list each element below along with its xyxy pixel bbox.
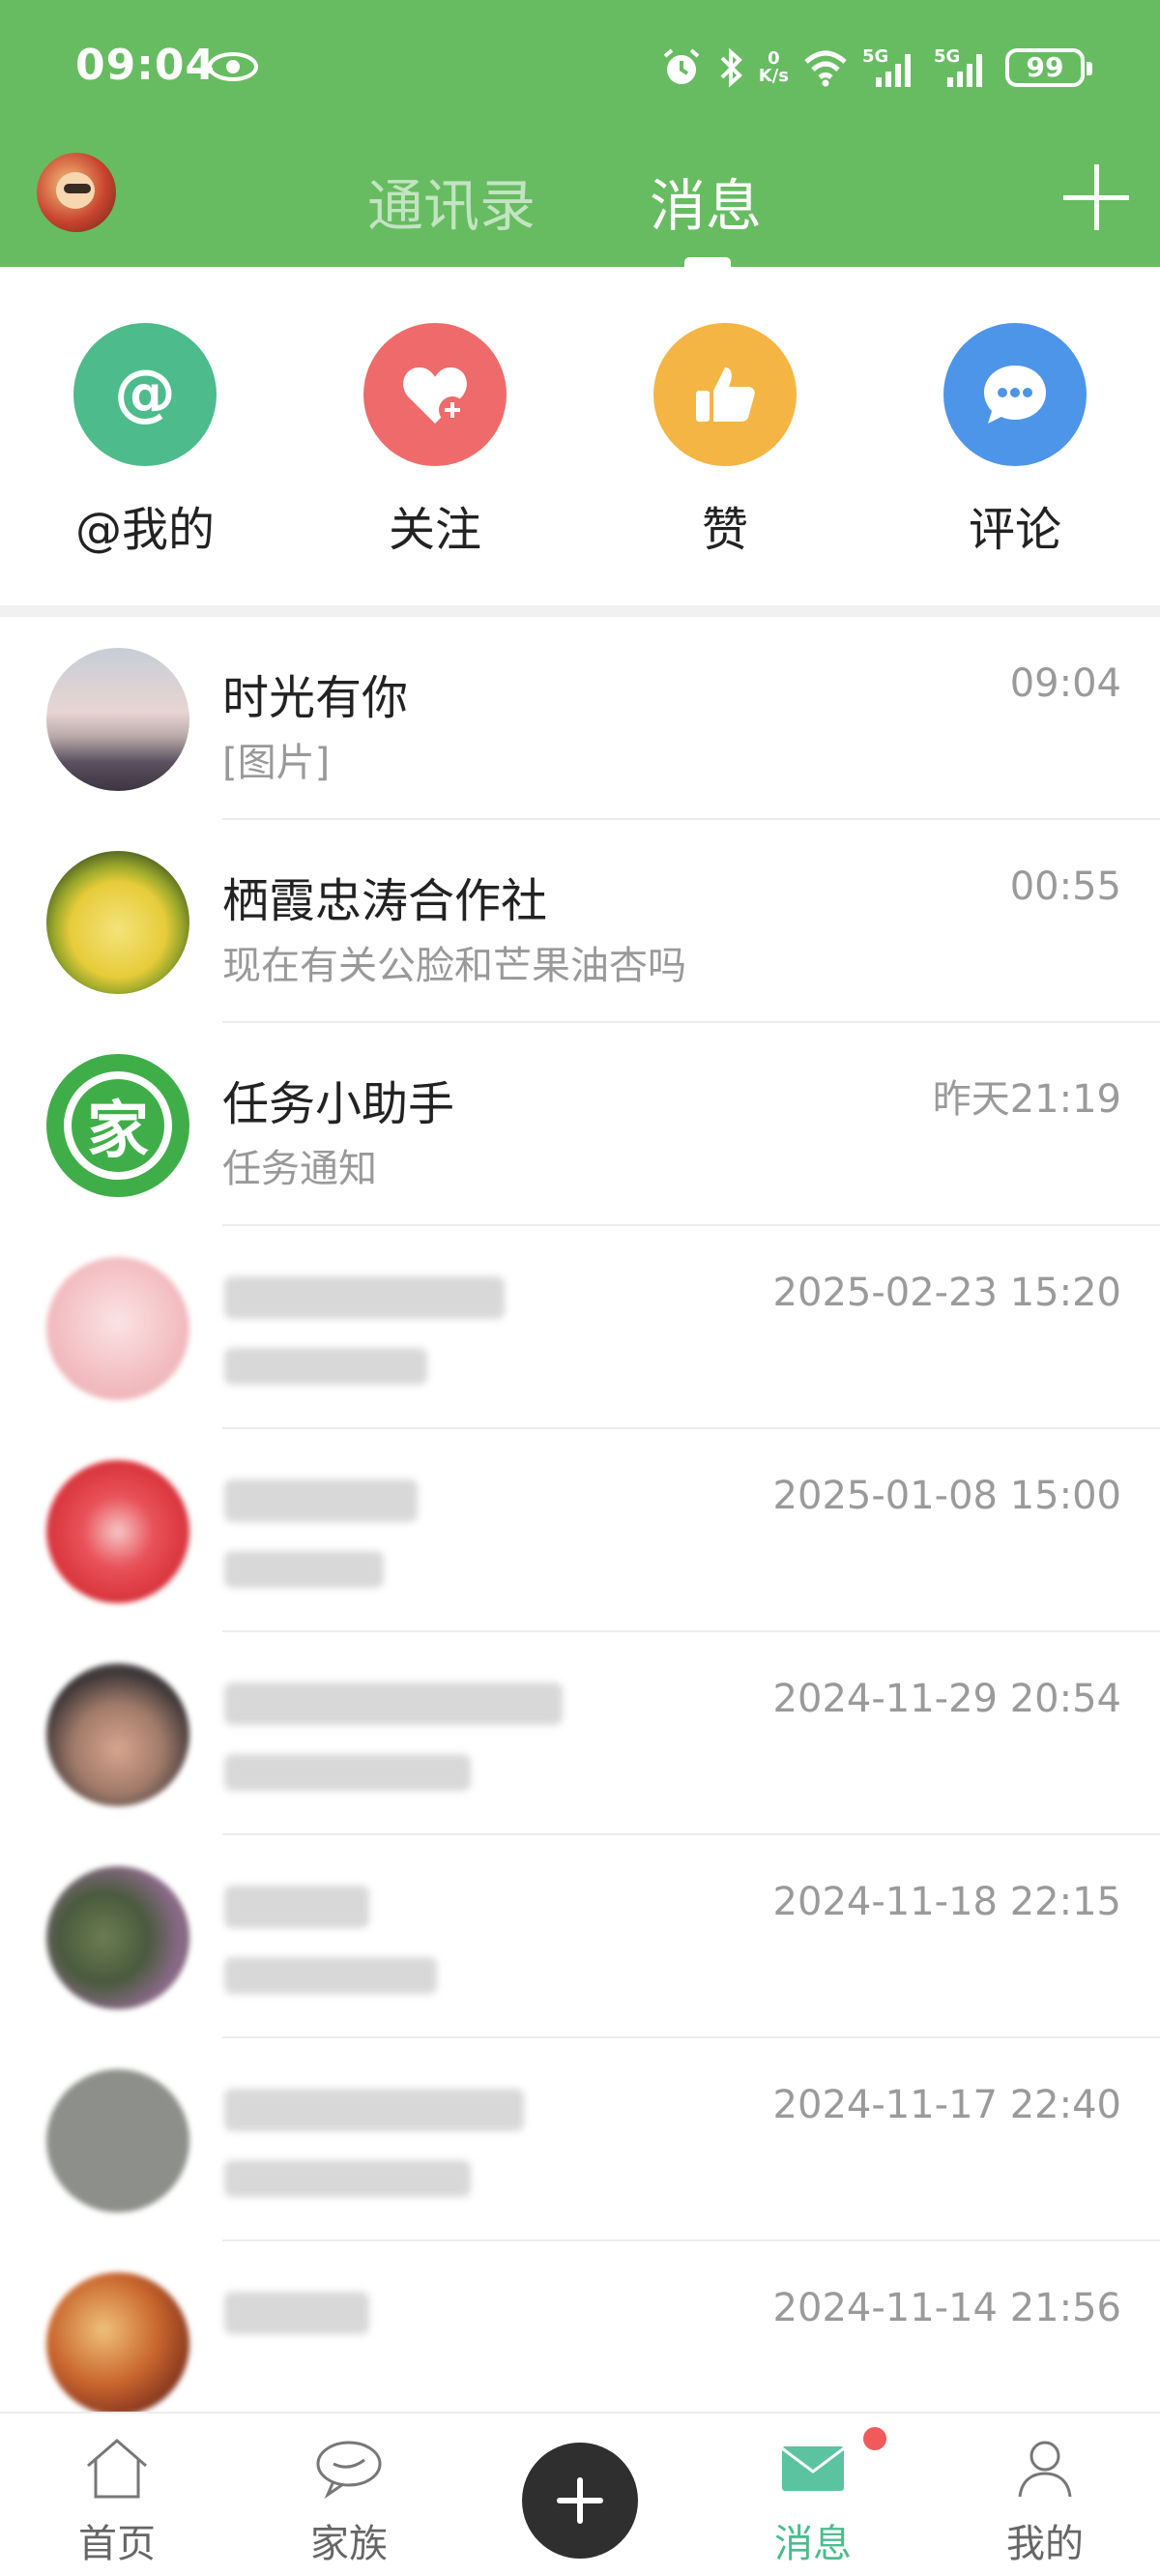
mail-icon [781,2446,845,2491]
signal-1: 5G [862,46,920,89]
alarm-icon [663,48,700,84]
section-divider [0,605,1160,617]
home-icon [87,2439,147,2499]
signal-2: 5G [934,46,992,89]
blurred-preview [224,1551,384,1588]
status-icons: 0 K/s 5G 5G 99 [660,39,1092,97]
conversation-item[interactable]: 2024-11-18 22:15 [0,1835,1160,2038]
quick-actions: @ @我的 关注 赞 评论 [0,267,1160,605]
screen: 09:04 0 K/s 5G 5G 99 通讯录 消息 @ @我的 关注 赞 评… [0,0,1160,2576]
contact-avatar [46,2069,189,2212]
mail-icon-wrap [776,2427,886,2506]
chat-bubble-icon [943,323,1087,466]
message-time: 2024-11-18 22:15 [772,1880,1121,1924]
contact-name: 任务小助手 [222,1077,455,1131]
message-preview: 现在有关公脸和芒果油杏吗 [222,944,686,988]
quick-action-likes[interactable]: 赞 [619,323,831,559]
nav-messages[interactable]: 消息 [740,2427,886,2568]
quick-action-label: 赞 [701,503,748,557]
message-preview: 任务通知 [222,1147,377,1191]
message-time: 2024-11-29 20:54 [772,1677,1121,1721]
signal-bars-icon [947,54,982,87]
conversation-item[interactable]: 2025-01-08 15:00 [0,1429,1160,1632]
quick-action-comments[interactable]: 评论 [909,323,1121,559]
conversation-item[interactable]: 时光有你 [图片] 09:04 [0,617,1160,820]
nav-label: 消息 [774,2522,852,2566]
message-time: 00:55 [1009,864,1121,909]
contact-avatar [46,1257,189,1400]
unread-badge-dot [863,2427,886,2450]
tab-messages[interactable]: 消息 [650,161,762,242]
conversation-item[interactable]: 家 任务小助手 任务通知 昨天21:19 [0,1023,1160,1226]
blurred-preview [224,1754,471,1791]
net-speed: 0 K/s [758,48,789,86]
contact-avatar [46,1460,189,1603]
at-icon: @ [73,323,217,466]
quick-action-at-me[interactable]: @ @我的 [39,323,251,559]
conversation-item[interactable]: 2024-11-29 20:54 [0,1632,1160,1835]
quick-action-follow[interactable]: 关注 [329,323,541,559]
blurred-name [224,1479,418,1522]
header-bar: 09:04 0 K/s 5G 5G 99 通讯录 消息 [0,0,1160,267]
blurred-preview [224,1957,437,1994]
conversation-item[interactable]: 2024-11-17 22:40 [0,2038,1160,2241]
contact-avatar [46,1663,189,1806]
nav-label: 我的 [1006,2522,1084,2566]
wifi-icon [804,50,847,87]
message-preview: [图片] [222,741,331,785]
svg-text:@: @ [114,358,176,429]
message-time: 09:04 [1009,661,1121,706]
heart-plus-icon [363,323,507,466]
blurred-name [224,1276,505,1319]
task-assistant-avatar: 家 [46,1054,189,1197]
person-icon [1018,2441,1072,2498]
signal-bars-icon [876,54,911,87]
blurred-name [224,2292,369,2334]
battery-indicator: 99 [1005,48,1092,87]
chat-cloud-icon [316,2441,382,2500]
status-bar: 09:04 0 K/s 5G 5G 99 [0,29,1160,112]
user-avatar[interactable] [37,153,116,232]
nav-me[interactable]: 我的 [972,2433,1117,2568]
contact-avatar [46,1866,189,2009]
add-button[interactable] [1063,164,1129,230]
eye-icon [208,52,258,81]
conversation-item[interactable]: 2025-02-23 15:20 [0,1226,1160,1429]
active-tab-indicator [684,257,731,267]
bluetooth-icon [720,47,742,88]
quick-action-label: 评论 [968,503,1061,557]
message-time: 昨天21:19 [932,1077,1121,1122]
conversation-list: 时光有你 [图片] 09:04 栖霞忠涛合作社 现在有关公脸和芒果油杏吗 00:… [0,617,1160,2444]
blurred-name [224,2089,524,2131]
publish-plus-button[interactable] [522,2443,638,2559]
blurred-preview [224,2160,471,2197]
quick-action-label: 关注 [388,503,481,557]
nav-label: 家族 [310,2522,388,2566]
nav-label: 首页 [78,2522,156,2566]
contact-avatar [46,851,189,994]
blurred-preview [224,1348,427,1385]
status-time: 09:04 [75,41,217,90]
thumbs-up-icon [653,323,797,466]
family-logo-icon: 家 [64,1071,172,1180]
message-time: 2025-02-23 15:20 [772,1271,1121,1315]
message-time: 2024-11-14 21:56 [772,2286,1121,2330]
message-time: 2024-11-17 22:40 [772,2083,1121,2127]
nav-home[interactable]: 首页 [44,2433,189,2568]
tab-contacts[interactable]: 通讯录 [367,161,536,242]
contact-name: 时光有你 [222,671,409,725]
contact-avatar [46,648,189,791]
contact-avatar [46,2272,189,2415]
nav-family[interactable]: 家族 [276,2433,421,2568]
bottom-nav: 首页 家族 消息 我的 [0,2412,1160,2576]
blurred-name [224,1886,369,1928]
blurred-name [224,1683,563,1725]
contact-name: 栖霞忠涛合作社 [222,874,548,928]
quick-action-label: @我的 [74,503,215,557]
message-time: 2025-01-08 15:00 [772,1474,1121,1518]
conversation-item[interactable]: 栖霞忠涛合作社 现在有关公脸和芒果油杏吗 00:55 [0,820,1160,1023]
